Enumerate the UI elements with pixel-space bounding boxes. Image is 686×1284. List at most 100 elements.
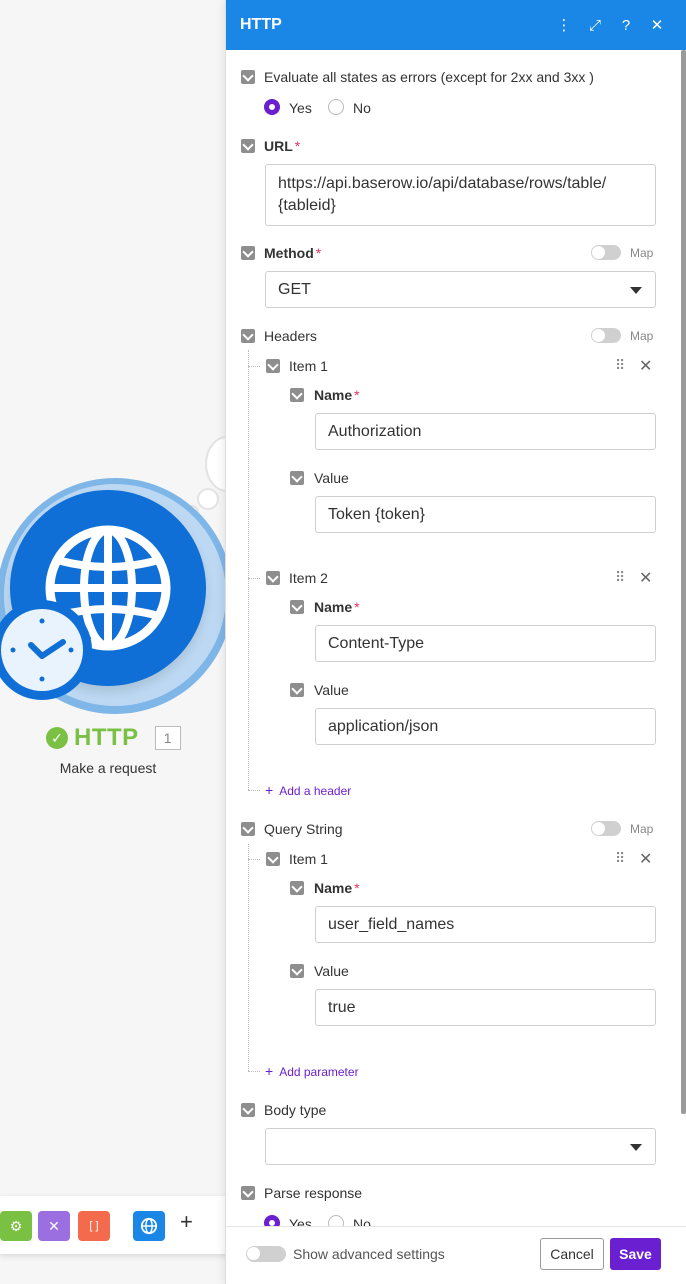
settings-tool-button[interactable]: ⚙ — [0, 1211, 32, 1241]
tools-button[interactable]: ✕ — [38, 1211, 70, 1241]
header-1-name-input[interactable]: Authorization — [315, 413, 656, 450]
headers-collapse-checkbox[interactable] — [241, 329, 255, 343]
evaluate-errors-collapse-checkbox[interactable] — [241, 70, 255, 84]
headers-map-toggle[interactable] — [591, 328, 621, 343]
url-input[interactable]: https://api.baserow.io/api/database/rows… — [265, 164, 656, 226]
evaluate-errors-no-label: No — [353, 100, 371, 116]
method-selected-value: GET — [278, 280, 311, 298]
header-1-name-collapse-checkbox[interactable] — [290, 388, 304, 402]
parse-response-collapse-checkbox[interactable] — [241, 1186, 255, 1200]
panel-header: HTTP ⋮ ⤢ ? ✕ — [226, 0, 686, 50]
chevron-down-icon — [630, 1144, 642, 1151]
query-1-name-collapse-checkbox[interactable] — [290, 881, 304, 895]
add-header-link[interactable]: + Add a header — [265, 782, 351, 798]
body-type-select[interactable] — [265, 1128, 656, 1165]
panel-title: HTTP — [240, 16, 282, 33]
query-item-1-label: Item 1 — [289, 851, 328, 867]
bottom-toolbar: ⚙ ✕ [ ] + — [0, 1196, 240, 1254]
method-collapse-checkbox[interactable] — [241, 246, 255, 260]
query-item-1-collapse-checkbox[interactable] — [266, 852, 280, 866]
module-settings-panel: HTTP ⋮ ⤢ ? ✕ Evaluate all states as erro… — [225, 0, 686, 1284]
evaluate-errors-no-radio[interactable] — [328, 99, 344, 115]
query-1-name-input[interactable]: user_field_names — [315, 906, 656, 943]
drag-handle-icon[interactable]: ⠿ — [615, 850, 625, 867]
headers-item-1-branch — [248, 366, 260, 367]
query-string-map-toggle[interactable] — [591, 821, 621, 836]
query-1-value-collapse-checkbox[interactable] — [290, 964, 304, 978]
drag-handle-icon[interactable]: ⠿ — [615, 357, 625, 374]
query-1-value-label: Value — [314, 963, 349, 979]
clock-icon — [1, 609, 83, 691]
add-parameter-link[interactable]: + Add parameter — [265, 1063, 359, 1079]
header-1-value-collapse-checkbox[interactable] — [290, 471, 304, 485]
add-parameter-label: Add parameter — [279, 1065, 359, 1079]
remove-header-item-1-icon[interactable]: ✕ — [639, 356, 652, 376]
header-item-1-label: Item 1 — [289, 358, 328, 374]
module-subtitle: Make a request — [59, 760, 157, 776]
flow-control-button[interactable]: [ ] — [78, 1211, 110, 1241]
drag-handle-icon[interactable]: ⠿ — [615, 569, 625, 586]
method-select[interactable]: GET — [265, 271, 656, 308]
plus-icon: + — [265, 782, 274, 798]
panel-form: Evaluate all states as errors (except fo… — [226, 50, 682, 1226]
header-1-name-label: Name * — [314, 387, 360, 403]
globe-icon — [140, 1217, 158, 1235]
headers-item-2-branch — [248, 578, 260, 579]
body-type-collapse-checkbox[interactable] — [241, 1103, 255, 1117]
close-icon[interactable]: ✕ — [642, 10, 672, 40]
schedule-clock-badge[interactable] — [0, 600, 92, 700]
url-collapse-checkbox[interactable] — [241, 139, 255, 153]
header-item-2-collapse-checkbox[interactable] — [266, 571, 280, 585]
module-title: ✓ HTTP 1 — [46, 724, 181, 752]
headers-tree-branch — [248, 790, 260, 791]
query-string-label: Query String — [264, 821, 343, 837]
parse-response-yes-radio[interactable] — [264, 1215, 280, 1226]
evaluate-errors-yes-label: Yes — [289, 100, 312, 116]
module-number-badge: 1 — [154, 726, 181, 750]
query-string-map-label: Map — [630, 822, 654, 836]
add-header-label: Add a header — [279, 784, 352, 798]
header-1-name-value: Authorization — [328, 422, 422, 440]
evaluate-errors-yes-radio[interactable] — [264, 99, 280, 115]
url-label: URL * — [264, 138, 301, 154]
query-1-name-value: user_field_names — [328, 915, 455, 933]
plus-icon: + — [265, 1063, 274, 1079]
header-item-1-collapse-checkbox[interactable] — [266, 359, 280, 373]
header-2-value-collapse-checkbox[interactable] — [290, 683, 304, 697]
url-value-line-1: https://api.baserow.io/api/database/rows… — [278, 175, 607, 192]
http-app-button[interactable] — [133, 1211, 165, 1241]
connector-bubble-medium — [197, 488, 219, 510]
query-1-value-value: true — [328, 998, 356, 1016]
method-map-label: Map — [630, 246, 654, 260]
query-string-collapse-checkbox[interactable] — [241, 822, 255, 836]
help-icon[interactable]: ? — [611, 10, 641, 40]
parse-response-yes-label: Yes — [289, 1216, 312, 1226]
body-type-label: Body type — [264, 1102, 327, 1118]
header-1-value-input[interactable]: Token {token} — [315, 496, 656, 533]
header-2-value-input[interactable]: application/json — [315, 708, 656, 745]
parse-response-no-radio[interactable] — [328, 1215, 344, 1226]
module-name: HTTP — [74, 724, 139, 751]
query-1-value-input[interactable]: true — [315, 989, 656, 1026]
expand-icon[interactable]: ⤢ — [580, 10, 610, 40]
advanced-settings-toggle[interactable] — [246, 1246, 286, 1262]
evaluate-errors-label: Evaluate all states as errors (except fo… — [264, 69, 594, 85]
header-2-name-collapse-checkbox[interactable] — [290, 600, 304, 614]
remove-header-item-2-icon[interactable]: ✕ — [639, 568, 652, 588]
cancel-button[interactable]: Cancel — [540, 1238, 604, 1270]
panel-scrollbar[interactable] — [681, 50, 686, 1114]
panel-footer: Show advanced settings Cancel Save — [226, 1226, 686, 1284]
parse-response-label: Parse response — [264, 1185, 363, 1201]
save-button[interactable]: Save — [610, 1238, 661, 1270]
header-1-value-value: Token {token} — [328, 505, 425, 523]
kebab-menu-icon[interactable]: ⋮ — [549, 10, 579, 40]
method-map-toggle[interactable] — [591, 245, 621, 260]
parse-response-no-label: No — [353, 1216, 371, 1226]
header-1-value-label: Value — [314, 470, 349, 486]
headers-label: Headers — [264, 328, 317, 344]
success-check-icon: ✓ — [46, 727, 68, 749]
header-item-2-label: Item 2 — [289, 570, 328, 586]
remove-query-item-1-icon[interactable]: ✕ — [639, 849, 652, 869]
header-2-name-input[interactable]: Content-Type — [315, 625, 656, 662]
add-module-button[interactable]: + — [180, 1209, 193, 1235]
